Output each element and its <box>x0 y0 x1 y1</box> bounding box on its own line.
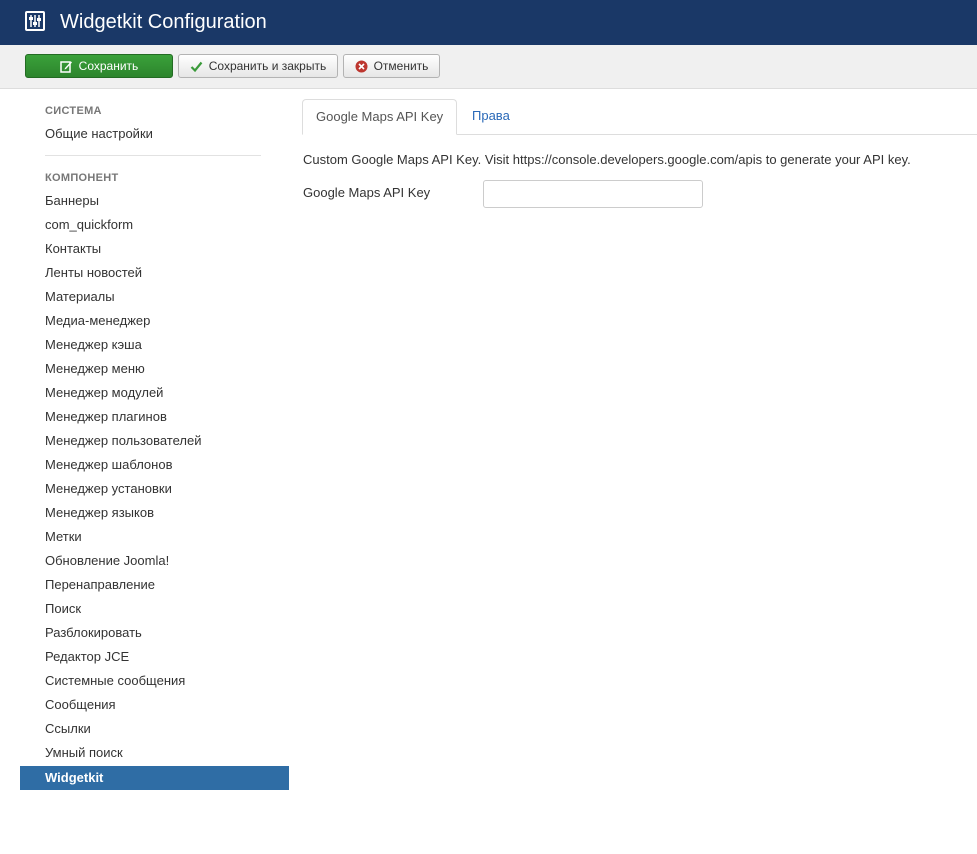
edit-icon <box>59 60 72 73</box>
save-and-close-button[interactable]: Сохранить и закрыть <box>178 54 338 78</box>
sidebar-item-widgetkit[interactable]: Widgetkit <box>20 766 289 790</box>
sidebar-item-newsfeeds[interactable]: Ленты новостей <box>20 261 289 285</box>
sidebar-item-redirect[interactable]: Перенаправление <box>20 573 289 597</box>
toolbar: Сохранить Сохранить и закрыть Отменить <box>0 45 977 89</box>
api-key-label: Google Maps API Key <box>303 185 431 200</box>
sidebar-item-media-manager[interactable]: Медиа-менеджер <box>20 309 289 333</box>
cancel-circle-icon <box>355 60 368 72</box>
sidebar-item-smart-search[interactable]: Умный поиск <box>20 741 289 765</box>
tab-description: Custom Google Maps API Key. Visit https:… <box>303 152 911 167</box>
sidebar-item-check-in[interactable]: Разблокировать <box>20 621 289 645</box>
sidebar-item-contacts[interactable]: Контакты <box>20 237 289 261</box>
sidebar-section-system: СИСТЕМА <box>45 105 102 117</box>
cancel-button[interactable]: Отменить <box>343 54 440 78</box>
sidebar-item-plugin-manager[interactable]: Менеджер плагинов <box>20 405 289 429</box>
sidebar-section-component: КОМПОНЕНТ <box>45 172 119 184</box>
app-header: Widgetkit Configuration <box>0 0 977 45</box>
sidebar-item-articles[interactable]: Материалы <box>20 285 289 309</box>
tab-bar: Google Maps API Key Права <box>302 99 977 135</box>
save-button-label: Сохранить <box>78 59 139 73</box>
sidebar-item-com-quickform[interactable]: com_quickform <box>20 213 289 237</box>
save-and-close-button-label: Сохранить и закрыть <box>208 59 327 73</box>
sidebar-item-jce-editor[interactable]: Редактор JCE <box>20 645 289 669</box>
sidebar-item-menu-manager[interactable]: Менеджер меню <box>20 357 289 381</box>
sidebar-item-joomla-update[interactable]: Обновление Joomla! <box>20 549 289 573</box>
tab-permissions[interactable]: Права <box>459 99 523 135</box>
save-button[interactable]: Сохранить <box>25 54 173 78</box>
sidebar-item-cache-manager[interactable]: Менеджер кэша <box>20 333 289 357</box>
sidebar-item-installer[interactable]: Менеджер установки <box>20 477 289 501</box>
sidebar-item-messages[interactable]: Сообщения <box>20 693 289 717</box>
sidebar-item-language-manager[interactable]: Менеджер языков <box>20 501 289 525</box>
sidebar-item-module-manager[interactable]: Менеджер модулей <box>20 381 289 405</box>
page-title: Widgetkit Configuration <box>60 11 267 33</box>
sidebar-item-weblinks[interactable]: Ссылки <box>20 717 289 741</box>
checkmark-icon <box>190 61 203 72</box>
sidebar-item-template-manager[interactable]: Менеджер шаблонов <box>20 453 289 477</box>
sidebar-item-general-settings[interactable]: Общие настройки <box>20 122 289 146</box>
cancel-button-label: Отменить <box>373 59 429 73</box>
sidebar-item-banners[interactable]: Баннеры <box>20 189 289 213</box>
sidebar-item-tags[interactable]: Метки <box>20 525 289 549</box>
tab-google-maps-api-key[interactable]: Google Maps API Key <box>302 99 457 135</box>
sidebar-item-user-manager[interactable]: Менеджер пользователей <box>20 429 289 453</box>
sidebar-item-search[interactable]: Поиск <box>20 597 289 621</box>
sliders-icon <box>25 11 45 31</box>
sidebar-item-post-install-messages[interactable]: Системные сообщения <box>20 669 289 693</box>
sidebar-divider <box>45 155 261 156</box>
api-key-input[interactable] <box>483 180 703 208</box>
